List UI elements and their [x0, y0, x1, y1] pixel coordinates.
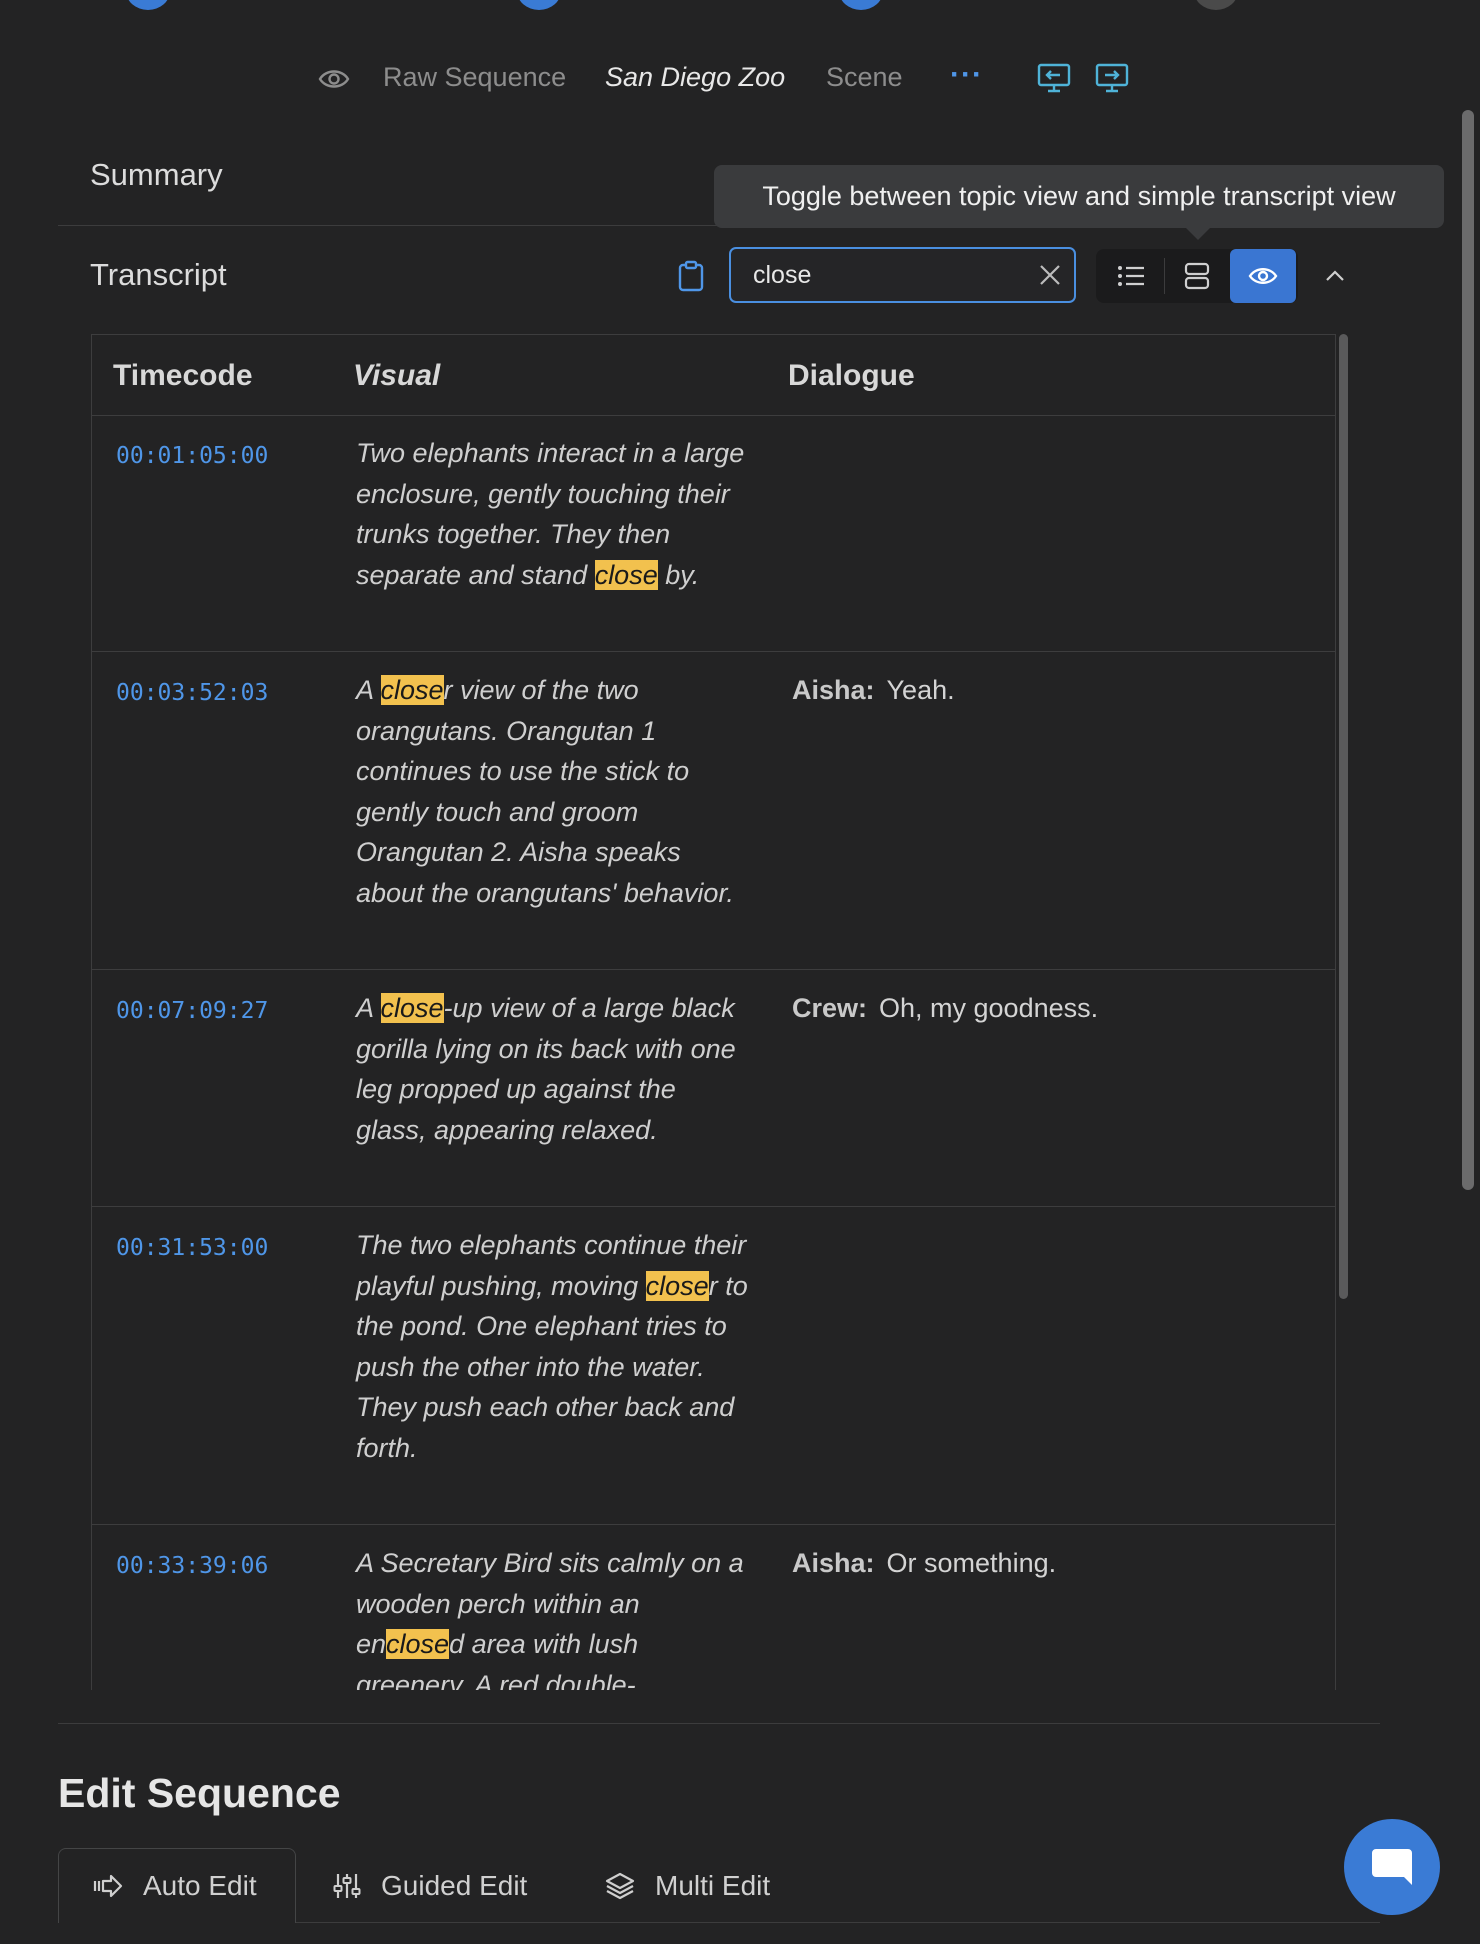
search-highlight: close: [594, 559, 658, 590]
table-row[interactable]: 00:33:39:06 A Secretary Bird sits calmly…: [92, 1525, 1335, 1690]
timecode-link[interactable]: 00:33:39:06: [116, 1553, 268, 1579]
dialogue-line: Aisha: Or something.: [792, 1548, 1057, 1578]
timecode-link[interactable]: 00:07:09:27: [116, 998, 268, 1024]
column-header-visual: Visual: [353, 359, 441, 392]
view-toggle-group: [1096, 249, 1298, 303]
table-row[interactable]: 00:01:05:00 Two elephants interact in a …: [92, 415, 1335, 652]
table-row[interactable]: 00:03:52:03 A closer view of the two ora…: [92, 652, 1335, 970]
search-highlight: close: [645, 1270, 709, 1301]
edit-sequence-title: Edit Sequence: [58, 1770, 341, 1816]
transcript-search-input[interactable]: [751, 259, 1015, 291]
chat-icon: [1372, 1849, 1412, 1885]
transcript-header[interactable]: Transcript: [90, 257, 227, 293]
tab-auto-edit[interactable]: Auto Edit: [58, 1848, 296, 1923]
column-header-dialogue: Dialogue: [788, 359, 915, 392]
more-icon[interactable]: ···: [950, 58, 983, 92]
eye-icon[interactable]: [314, 62, 354, 96]
summary-header[interactable]: Summary: [90, 157, 223, 193]
search-highlight: close: [386, 1629, 450, 1659]
dialogue-line: Crew: Oh, my goodness.: [792, 993, 1099, 1023]
simple-transcript-view-icon[interactable]: [1230, 249, 1296, 303]
visual-description: Two elephants interact in a large enclos…: [356, 438, 745, 590]
transcript-table: Timecode Visual Dialogue 00:01:05:00 Two…: [91, 334, 1336, 1690]
divider: [58, 1723, 1380, 1724]
export-left-icon[interactable]: [1034, 60, 1074, 98]
table-row[interactable]: 00:31:53:00 The two elephants continue t…: [92, 1207, 1335, 1525]
search-highlight: close: [380, 993, 444, 1023]
tab-guided-edit[interactable]: Guided Edit: [333, 1848, 527, 1923]
chat-button[interactable]: [1344, 1819, 1440, 1915]
search-highlight: close: [380, 675, 444, 705]
toggle-separator: [1164, 258, 1165, 294]
tooltip-arrow: [1186, 228, 1210, 240]
step-indicator: [517, 0, 561, 10]
table-header: Timecode Visual Dialogue: [92, 335, 1335, 416]
sliders-icon: [333, 1873, 361, 1898]
table-row[interactable]: 00:07:09:27 A close-up view of a large b…: [92, 970, 1335, 1207]
clipboard-icon[interactable]: [674, 258, 708, 294]
speaker-name: Aisha:: [792, 675, 875, 705]
column-header-timecode: Timecode: [113, 359, 253, 392]
breadcrumb-scene[interactable]: Scene: [826, 62, 903, 93]
page-scrollbar[interactable]: [1462, 110, 1474, 1190]
tab-label: Multi Edit: [655, 1869, 771, 1901]
step-indicator: [126, 0, 170, 10]
timecode-link[interactable]: 00:01:05:00: [116, 443, 268, 469]
tab-multi-edit[interactable]: Multi Edit: [605, 1848, 770, 1923]
visual-description: A closer view of the two orangutans. Ora…: [356, 675, 734, 908]
speaker-name: Aisha:: [792, 1548, 875, 1578]
tab-label: Auto Edit: [143, 1870, 257, 1901]
clear-search-icon[interactable]: [1038, 263, 1062, 292]
visual-description: A close-up view of a large black gorilla…: [356, 993, 736, 1145]
transcript-search[interactable]: [729, 247, 1076, 303]
breadcrumb-project[interactable]: San Diego Zoo: [605, 62, 785, 93]
layers-icon: [605, 1872, 635, 1899]
timecode-link[interactable]: 00:03:52:03: [116, 680, 268, 706]
dialogue-line: Aisha: Yeah.: [792, 675, 955, 705]
visual-description: A Secretary Bird sits calmly on a wooden…: [356, 1548, 744, 1690]
topic-view-icon[interactable]: [1166, 249, 1228, 303]
speaker-name: Crew:: [792, 993, 868, 1023]
view-toggle-tooltip: Toggle between topic view and simple tra…: [714, 165, 1444, 228]
visual-description: The two elephants continue their playful…: [356, 1230, 748, 1463]
timecode-link[interactable]: 00:31:53:00: [116, 1235, 268, 1261]
breadcrumb-raw-sequence[interactable]: Raw Sequence: [383, 62, 566, 93]
step-indicator: [839, 0, 883, 10]
list-view-icon[interactable]: [1100, 249, 1162, 303]
chevron-up-icon[interactable]: [1320, 262, 1350, 290]
export-right-icon[interactable]: [1092, 60, 1132, 98]
transcript-scrollbar[interactable]: [1339, 334, 1348, 1299]
step-indicator: [1194, 0, 1238, 10]
tab-label: Guided Edit: [381, 1869, 528, 1901]
auto-edit-icon: [93, 1874, 123, 1898]
